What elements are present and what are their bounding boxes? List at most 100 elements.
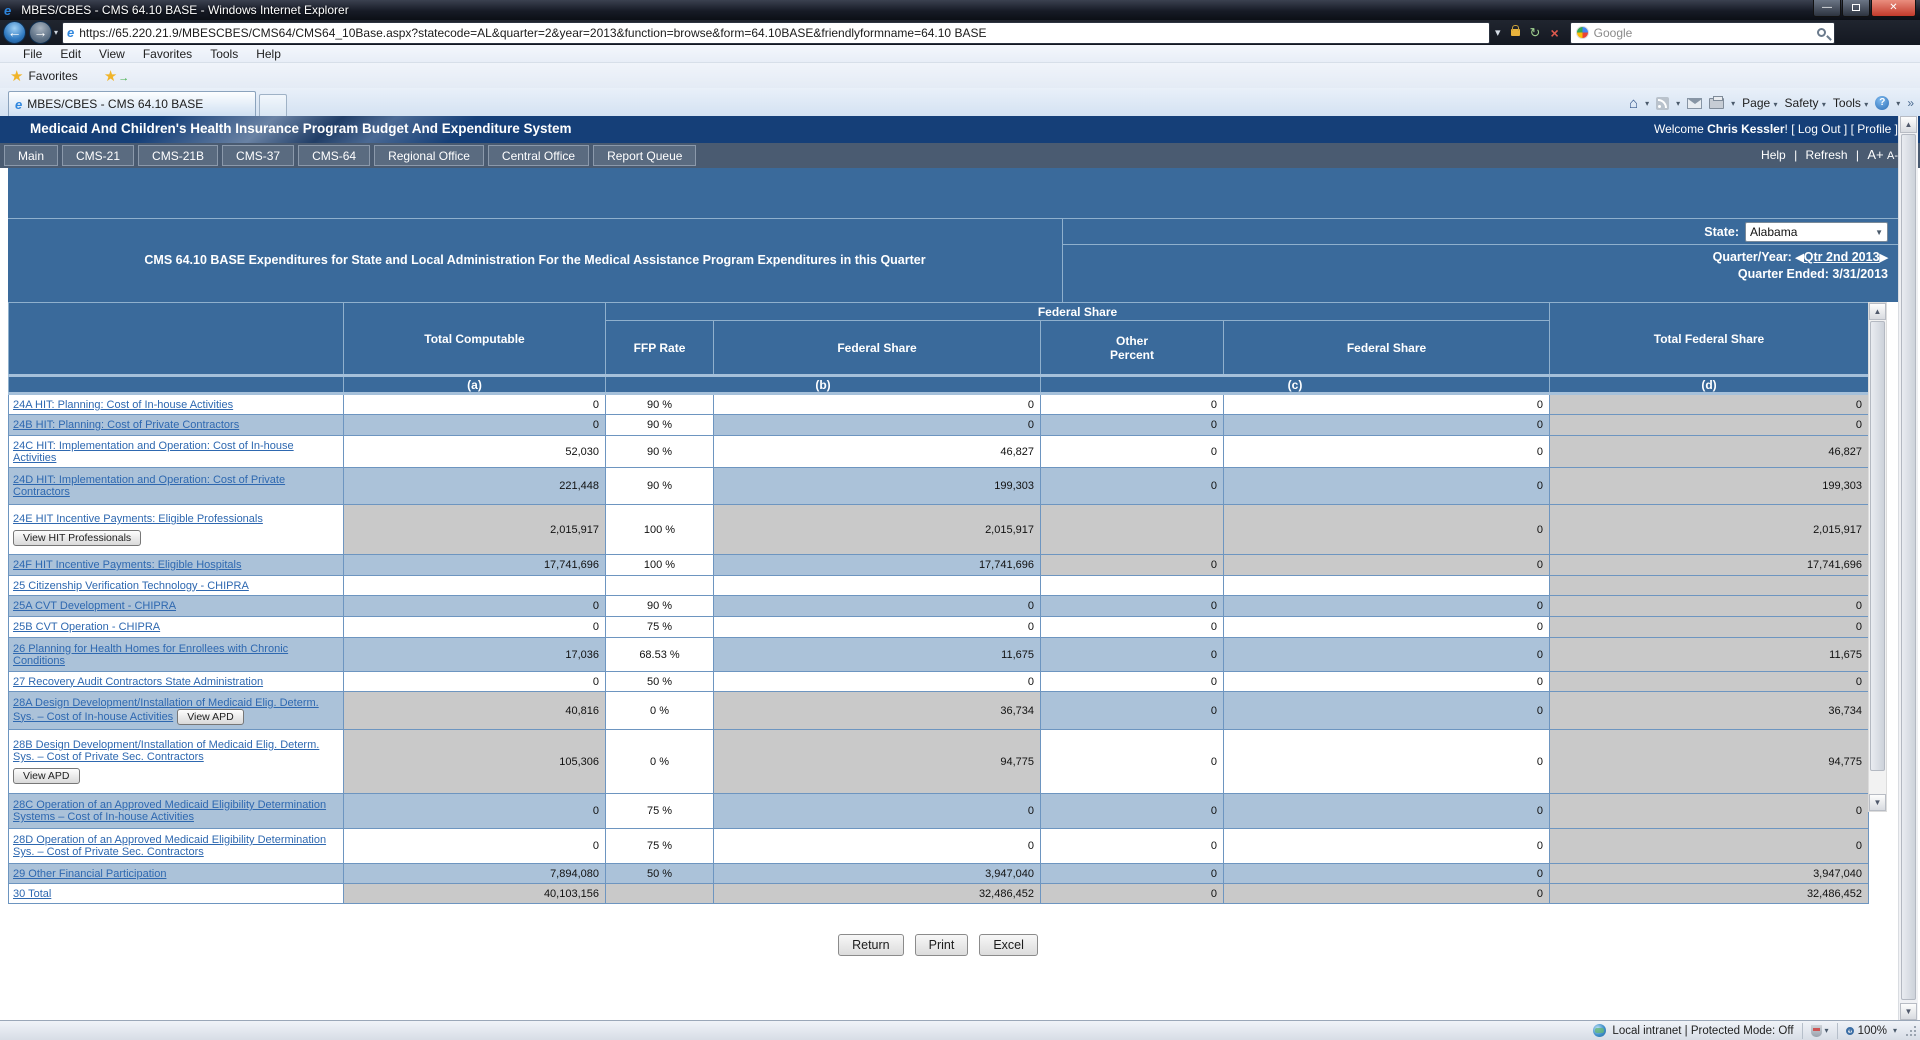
page-scroll-up-icon[interactable]: ▲ [1900, 116, 1917, 133]
profile-link[interactable]: Profile [1857, 122, 1891, 136]
row-label-link[interactable]: 26 Planning for Health Homes for Enrolle… [13, 643, 288, 667]
close-button[interactable]: ✕ [1871, 0, 1916, 17]
cell-other-percent: 0 [1041, 596, 1224, 617]
help-link[interactable]: Help [1761, 148, 1786, 162]
return-button[interactable]: Return [838, 934, 904, 956]
prev-quarter-icon[interactable]: ◀ [1795, 252, 1803, 264]
font-decrease-link[interactable]: A- [1887, 150, 1898, 162]
mail-icon[interactable] [1687, 98, 1702, 109]
minimize-button[interactable]: — [1813, 0, 1841, 17]
nav-tab-cms21[interactable]: CMS-21 [62, 145, 134, 166]
row-label-link[interactable]: 24A HIT: Planning: Cost of In-house Acti… [13, 399, 233, 411]
next-quarter-icon[interactable]: ▶ [1880, 252, 1888, 264]
row-label-link[interactable]: 24C HIT: Implementation and Operation: C… [13, 440, 294, 464]
view-detail-button[interactable]: View HIT Professionals [13, 530, 141, 546]
smartscreen-shield-icon[interactable] [1811, 1025, 1822, 1037]
view-detail-button[interactable]: View APD [13, 768, 80, 784]
new-tab-button[interactable] [259, 94, 287, 116]
row-label-link[interactable]: 24B HIT: Planning: Cost of Private Contr… [13, 419, 239, 431]
nav-tab-report-queue[interactable]: Report Queue [593, 145, 696, 166]
cell-other-percent: 0 [1041, 617, 1224, 638]
row-label-link[interactable]: 28C Operation of an Approved Medicaid El… [13, 799, 326, 823]
refresh-link[interactable]: Refresh [1806, 148, 1848, 162]
nav-utility-links: Help | Refresh | A+ A- [1761, 147, 1898, 162]
logout-link[interactable]: Log Out [1798, 122, 1841, 136]
zoom-level-text[interactable]: 100% [1858, 1025, 1887, 1037]
font-increase-link[interactable]: A+ [1867, 147, 1883, 162]
row-label-link[interactable]: 28D Operation of an Approved Medicaid El… [13, 834, 326, 858]
table-row: 27 Recovery Audit Contractors State Admi… [9, 672, 1869, 692]
nav-tab-main[interactable]: Main [4, 145, 58, 166]
row-label-link[interactable]: 25B CVT Operation - CHIPRA [13, 621, 160, 633]
table-scrollbar-thumb[interactable] [1870, 321, 1885, 771]
refresh-icon[interactable]: ↻ [1525, 22, 1546, 44]
scroll-up-icon[interactable]: ▲ [1869, 303, 1886, 320]
help-dropdown-icon[interactable]: ▾ [1896, 99, 1900, 108]
cell-federal-share-c: 0 [1224, 617, 1550, 638]
address-input[interactable]: e https://65.220.21.9/MBESCBES/CMS64/CMS… [62, 22, 1490, 44]
page-scrollbar-thumb[interactable] [1901, 134, 1916, 1000]
nav-tab-cms21b[interactable]: CMS-21B [138, 145, 218, 166]
nav-tab-central-office[interactable]: Central Office [488, 145, 589, 166]
page-menu-button[interactable]: Page ▾ [1742, 96, 1777, 110]
scroll-down-icon[interactable]: ▼ [1869, 794, 1886, 811]
excel-button[interactable]: Excel [979, 934, 1038, 956]
more-commands-icon[interactable]: » [1907, 96, 1914, 110]
nav-tab-cms64[interactable]: CMS-64 [298, 145, 370, 166]
table-scrollbar[interactable]: ▲ ▼ [1868, 302, 1887, 812]
stop-icon[interactable]: × [1545, 22, 1563, 44]
back-button[interactable]: ← [3, 21, 26, 44]
print-icon[interactable] [1709, 98, 1724, 109]
row-label-link[interactable]: 24D HIT: Implementation and Operation: C… [13, 474, 285, 498]
print-button[interactable]: Print [915, 934, 969, 956]
feeds-dropdown-icon[interactable]: ▾ [1676, 99, 1680, 108]
row-label-link[interactable]: 24E HIT Incentive Payments: Eligible Pro… [13, 513, 263, 525]
feeds-icon[interactable] [1656, 97, 1669, 110]
nav-tab-regional-office[interactable]: Regional Office [374, 145, 484, 166]
row-label-link[interactable]: 25A CVT Development - CHIPRA [13, 600, 176, 612]
row-label-link[interactable]: 30 Total [13, 888, 51, 900]
forward-button[interactable]: → [29, 21, 52, 44]
view-detail-button[interactable]: View APD [177, 709, 244, 725]
row-label-link[interactable]: 24F HIT Incentive Payments: Eligible Hos… [13, 559, 241, 571]
resize-grip[interactable] [1905, 1025, 1917, 1037]
row-label-cell: 28C Operation of an Approved Medicaid El… [9, 794, 344, 829]
nav-tab-cms37[interactable]: CMS-37 [222, 145, 294, 166]
state-selected-value: Alabama [1750, 225, 1797, 239]
cell-federal-share-b: 0 [714, 617, 1041, 638]
address-dropdown-icon[interactable]: ▾ [1490, 22, 1506, 44]
menu-favorites[interactable]: Favorites [134, 47, 201, 61]
row-label-link[interactable]: 29 Other Financial Participation [13, 868, 166, 880]
zoom-magnifier-icon[interactable] [1846, 1027, 1854, 1035]
row-label-link[interactable]: 28A Design Development/Installation of M… [13, 697, 319, 723]
maximize-button[interactable] [1842, 0, 1870, 17]
quarter-link[interactable]: Qtr 2nd 2013 [1804, 250, 1880, 264]
menu-help[interactable]: Help [247, 47, 290, 61]
smartscreen-dropdown-icon[interactable]: ▾ [1825, 1026, 1829, 1035]
menu-edit[interactable]: Edit [51, 47, 90, 61]
page-scrollbar[interactable]: ▲ ▼ [1898, 116, 1918, 1020]
row-label-link[interactable]: 25 Citizenship Verification Technology -… [13, 580, 249, 592]
tools-menu-button[interactable]: Tools ▾ [1833, 96, 1868, 110]
add-favorite-icon[interactable]: ★→ [104, 67, 129, 85]
browser-tab-active[interactable]: e MBES/CBES - CMS 64.10 BASE [8, 91, 256, 116]
menu-file[interactable]: File [14, 47, 51, 61]
print-dropdown-icon[interactable]: ▾ [1731, 99, 1735, 108]
page-scroll-down-icon[interactable]: ▼ [1900, 1003, 1917, 1020]
help-icon[interactable]: ? [1875, 96, 1889, 110]
cell-ffp-rate: 100 % [606, 555, 714, 576]
home-dropdown-icon[interactable]: ▾ [1645, 99, 1649, 108]
search-magnifier-icon[interactable] [1817, 28, 1826, 37]
state-select[interactable]: Alabama ▼ [1745, 222, 1888, 242]
home-icon[interactable]: ⌂ [1629, 95, 1638, 112]
row-label-link[interactable]: 28B Design Development/Installation of M… [13, 739, 319, 763]
zoom-dropdown-icon[interactable]: ▾ [1893, 1026, 1897, 1035]
row-label-link[interactable]: 27 Recovery Audit Contractors State Admi… [13, 676, 263, 688]
favorites-button[interactable]: Favorites [28, 69, 77, 83]
menu-view[interactable]: View [90, 47, 134, 61]
menu-tools[interactable]: Tools [201, 47, 247, 61]
history-dropdown-icon[interactable]: ▾ [54, 28, 58, 37]
safety-menu-button[interactable]: Safety ▾ [1785, 96, 1826, 110]
search-input[interactable]: Google [1570, 22, 1835, 44]
cell-total-federal-share: 199,303 [1550, 468, 1869, 505]
